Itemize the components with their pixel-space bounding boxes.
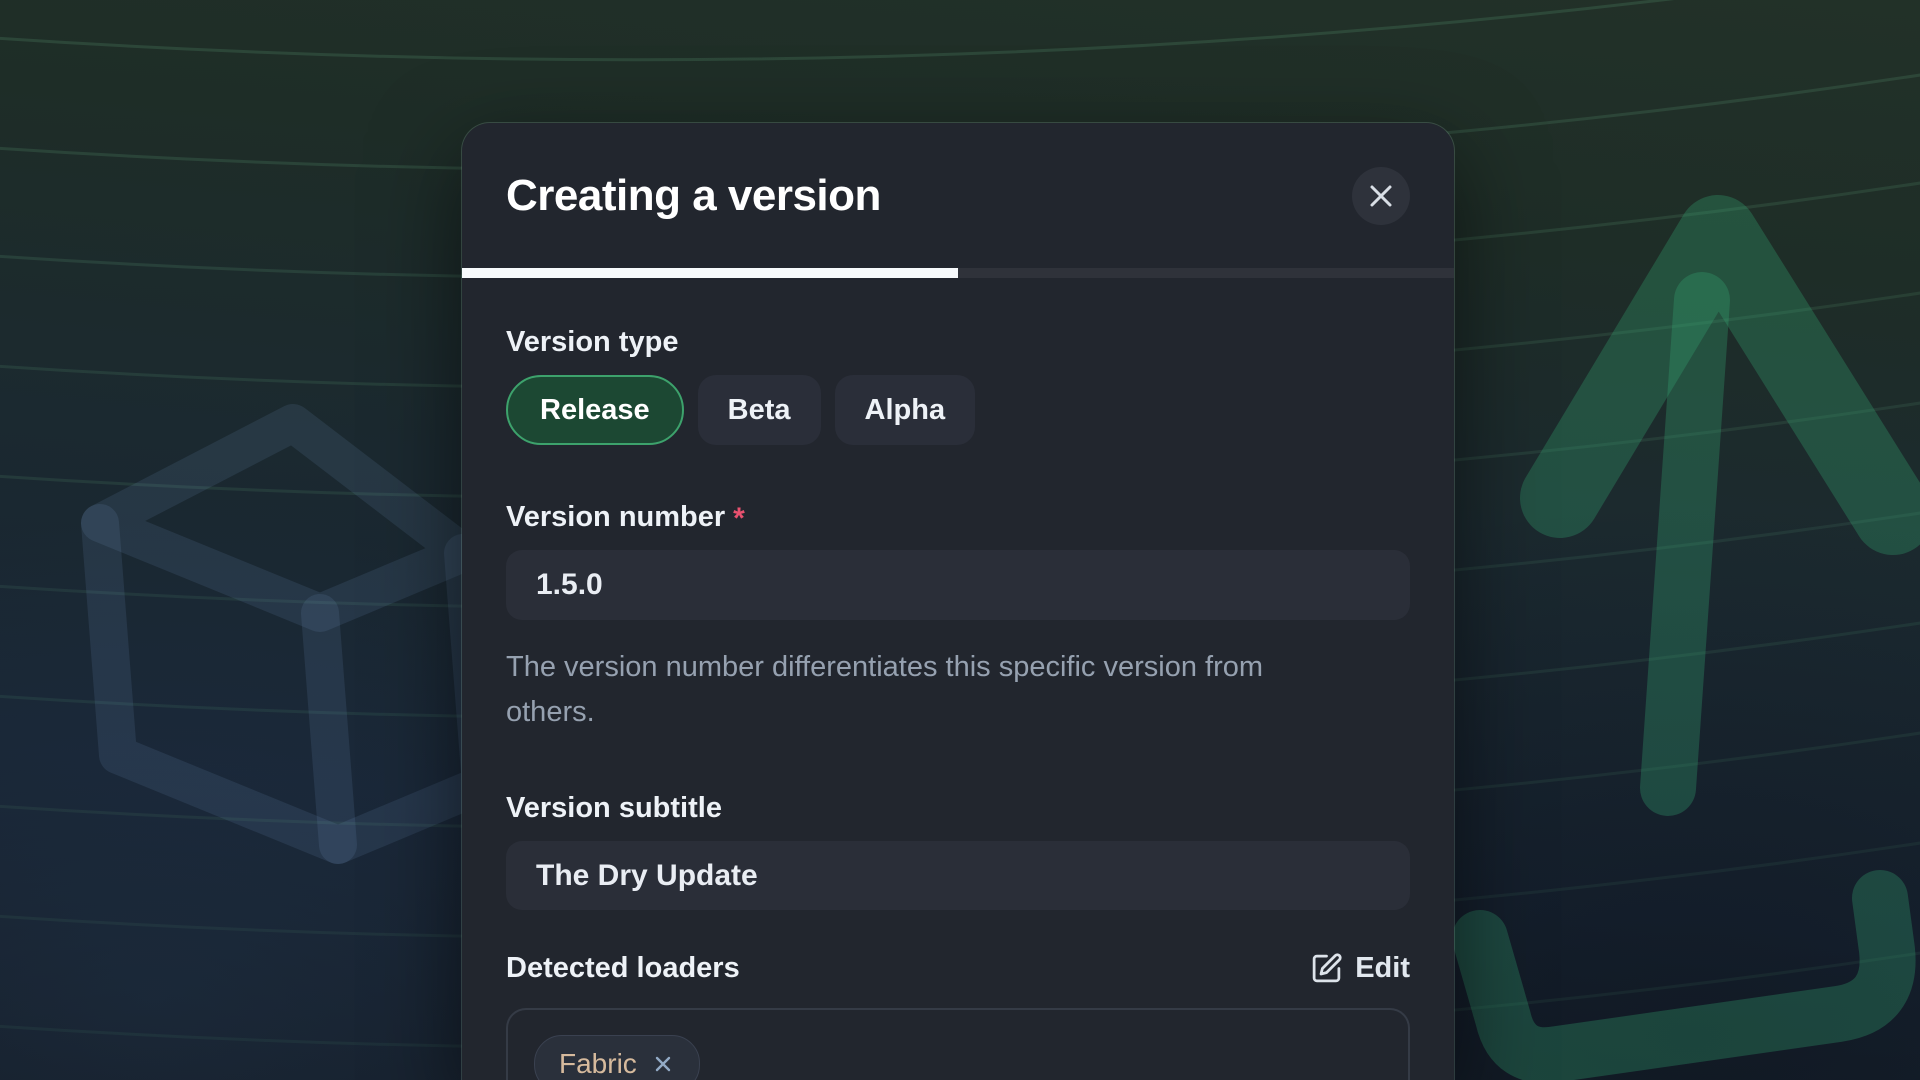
type-option-release[interactable]: Release [506, 375, 684, 445]
type-option-beta[interactable]: Beta [698, 375, 821, 445]
detected-loaders-label: Detected loaders [506, 950, 740, 986]
remove-x-icon [651, 1052, 675, 1076]
version-number-label: Version number* [506, 500, 1410, 534]
version-number-help: The version number differentiates this s… [506, 645, 1351, 735]
version-subtitle-label: Version subtitle [506, 791, 1410, 825]
detected-loaders-box: Fabric [506, 1008, 1410, 1080]
detected-loaders-header: Detected loaders Edit [506, 950, 1410, 986]
progress-track [462, 268, 1454, 278]
loader-tag-label: Fabric [559, 1048, 637, 1080]
modal-body: Version type Release Beta Alpha Version … [462, 325, 1454, 1080]
required-asterisk: * [733, 502, 745, 535]
version-number-input[interactable] [506, 550, 1410, 620]
create-version-modal: Creating a version Version type Release … [462, 123, 1454, 1080]
edit-label: Edit [1355, 952, 1410, 985]
version-type-label: Version type [506, 325, 1410, 359]
cube-icon [100, 423, 481, 845]
close-button[interactable] [1352, 167, 1410, 225]
loader-tag-fabric: Fabric [534, 1035, 700, 1080]
edit-pencil-icon [1310, 952, 1343, 985]
remove-loader-button[interactable] [651, 1052, 675, 1076]
modal-header: Creating a version [462, 123, 1454, 268]
version-type-options: Release Beta Alpha [506, 375, 1410, 445]
upload-arrow-icon [1480, 235, 1893, 1055]
close-icon [1367, 182, 1395, 210]
edit-loaders-button[interactable]: Edit [1310, 952, 1410, 985]
type-option-alpha[interactable]: Alpha [835, 375, 976, 445]
progress-fill [462, 268, 958, 278]
version-subtitle-input[interactable] [506, 841, 1410, 910]
modal-title: Creating a version [506, 171, 881, 221]
